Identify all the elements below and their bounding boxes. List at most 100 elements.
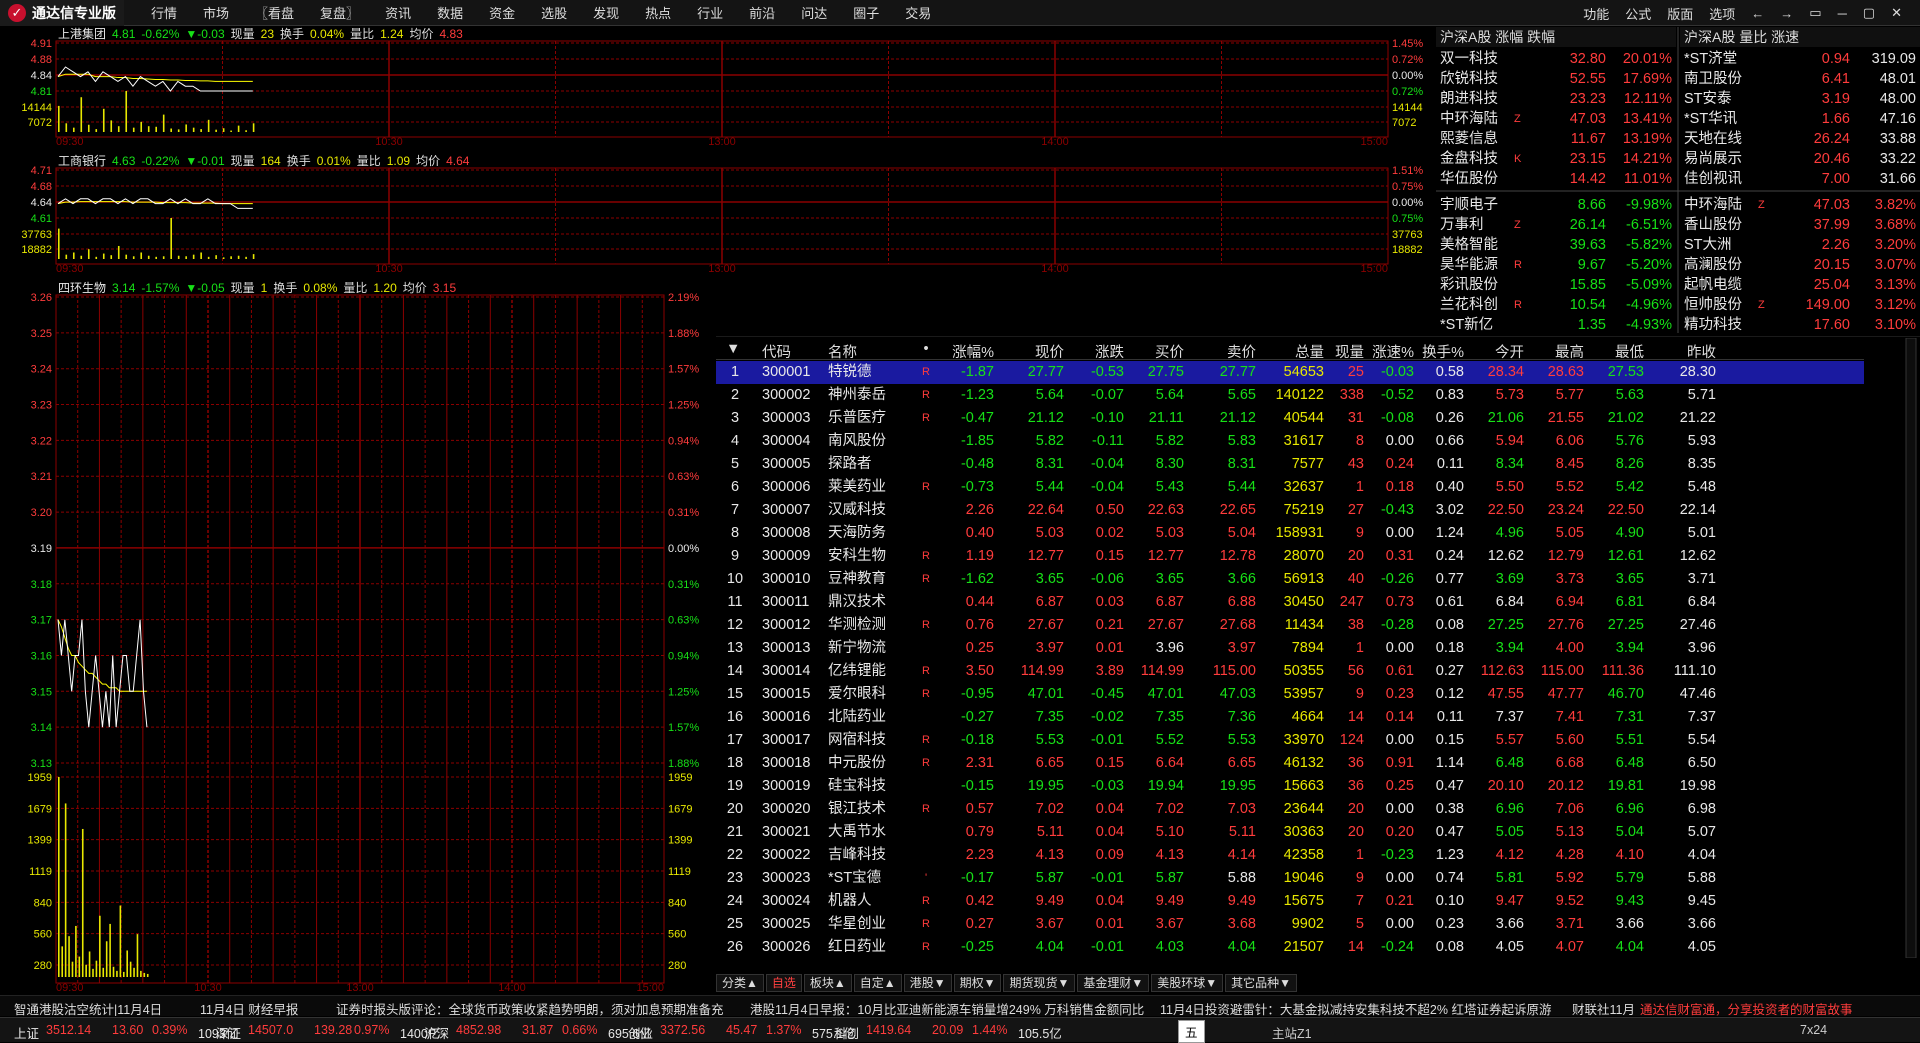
rank-name[interactable]: 欣锐科技 — [1440, 69, 1498, 89]
col-header[interactable]: 涨速% — [1362, 341, 1414, 362]
clock-7x24[interactable]: 7x24 — [1800, 1023, 1827, 1037]
tab-9[interactable]: 其它品种▼ — [1225, 974, 1298, 992]
status-label[interactable]: 上证 — [14, 1023, 39, 1042]
tab-0[interactable]: 分类▲ — [716, 974, 764, 992]
rank-name[interactable]: 恒帅股份 — [1684, 295, 1742, 315]
forward-icon[interactable]: → — [1780, 6, 1793, 21]
tab-2[interactable]: 板块▲ — [803, 974, 852, 992]
news-item[interactable]: 通达信财富通，分享投资者的财富故事 — [1640, 999, 1853, 1016]
rank-name[interactable]: 佳创视讯 — [1684, 169, 1742, 189]
col-header[interactable]: 卖价 — [1186, 341, 1256, 362]
table-row[interactable]: 12 300012 华测检测 R 0.76 27.67 0.21 27.67 27.68 1143… — [716, 614, 1864, 637]
menu-8[interactable]: 发现 — [593, 3, 619, 22]
table-row[interactable]: 2 300002 神州泰岳 R -1.23 5.64 -0.07 5.64 5.65 140122… — [716, 384, 1864, 407]
status-label[interactable]: 科创 — [834, 1023, 859, 1042]
table-row[interactable]: 8 300008 天海防务 0.40 5.03 0.02 5.03 5.04 158931 9 0.… — [716, 522, 1864, 545]
rank-vol-header[interactable]: 沪深A股 量比 涨速 — [1680, 27, 1920, 47]
ime-mode[interactable]: 五 — [1178, 1020, 1205, 1043]
menu-1[interactable]: 市场 — [203, 3, 229, 22]
rank-name[interactable]: 双一科技 — [1440, 49, 1498, 69]
tab-3[interactable]: 自定▲ — [853, 974, 902, 992]
right-menu-2[interactable]: 版面 — [1667, 4, 1693, 23]
menu-4[interactable]: 资讯 — [385, 3, 411, 22]
rank-name[interactable]: *ST新亿 — [1440, 315, 1493, 335]
table-row[interactable]: 14 300014 亿纬锂能 R 3.50 114.99 3.89 114.99 115.00 5… — [716, 660, 1864, 683]
table-row[interactable]: 5 300005 探路者 -0.48 8.31 -0.04 8.30 8.31 7577 43 0.… — [716, 453, 1864, 476]
menu-0[interactable]: 行情 — [151, 3, 177, 22]
right-menu-0[interactable]: 功能 — [1583, 4, 1609, 23]
table-row[interactable]: 24 300024 机器人 R 0.42 9.49 0.04 9.49 9.49 15675 7 0.… — [716, 890, 1864, 913]
table-row[interactable]: 4 300004 南风股份 -1.85 5.82 -0.11 5.82 5.83 31617 8 0… — [716, 430, 1864, 453]
table-row[interactable]: 13 300013 新宁物流 0.25 3.97 0.01 3.96 3.97 7894 1 0.0… — [716, 637, 1864, 660]
sort-arrow-icon[interactable]: ▼ — [726, 341, 740, 357]
col-header[interactable]: 今开 — [1462, 341, 1524, 362]
menu-2[interactable]: 〖看盘 — [255, 3, 294, 22]
news-item[interactable]: 智通港股沽空统计|11月4日 — [14, 999, 162, 1016]
rank-name[interactable]: ST安泰 — [1684, 89, 1732, 109]
news-item[interactable]: 证券时报头版评论：全球货币政策收紧趋势明朗，须对加息预期准备充 — [336, 999, 724, 1016]
menu-9[interactable]: 热点 — [645, 3, 671, 22]
back-icon[interactable]: ← — [1751, 6, 1764, 21]
rank-name[interactable]: 起帆电缆 — [1684, 275, 1742, 295]
table-row[interactable]: 18 300018 中元股份 R 2.31 6.65 0.15 6.64 6.65 46132 36… — [716, 752, 1864, 775]
col-header[interactable]: 现价 — [996, 341, 1064, 362]
menu-11[interactable]: 前沿 — [749, 3, 775, 22]
table-row[interactable]: 3 300003 乐普医疗 R -0.47 21.12 -0.10 21.11 21.12 405… — [716, 407, 1864, 430]
col-header[interactable]: 买价 — [1126, 341, 1184, 362]
rank-up-header[interactable]: 沪深A股 涨幅 跌幅 — [1436, 27, 1676, 47]
news-item[interactable]: 港股11月4日早报：10月比亚迪新能源车销量增249% 万科销售金额同比 — [750, 999, 1144, 1016]
table-row[interactable]: 16 300016 北陆药业 -0.27 7.35 -0.02 7.35 7.36 4664 14… — [716, 706, 1864, 729]
rank-name[interactable]: 高澜股份 — [1684, 255, 1742, 275]
news-item[interactable]: 11月4日 财经早报 — [200, 999, 298, 1016]
col-header[interactable]: 现量 — [1320, 341, 1364, 362]
news-item[interactable]: 11月4日投资避雷针：大基金拟减持安集科技不超2% 红塔证券起诉原游 — [1160, 999, 1551, 1016]
menu-12[interactable]: 问达 — [801, 3, 827, 22]
table-row[interactable]: 7 300007 汉威科技 2.26 22.64 0.50 22.63 22.65 75219 2… — [716, 499, 1864, 522]
close-icon[interactable]: ✕ — [1891, 5, 1902, 21]
table-row[interactable]: 10 300010 豆神教育 R -1.62 3.65 -0.06 3.65 3.66 56913… — [716, 568, 1864, 591]
tab-6[interactable]: 期货现货▼ — [1003, 974, 1076, 992]
right-menu-3[interactable]: 选项 — [1709, 4, 1735, 23]
menu-14[interactable]: 交易 — [905, 3, 931, 22]
tab-5[interactable]: 期权▼ — [953, 974, 1002, 992]
rank-name[interactable]: 易尚展示 — [1684, 149, 1742, 169]
col-header[interactable]: 昨收 — [1640, 341, 1716, 362]
menu-6[interactable]: 资金 — [489, 3, 515, 22]
status-label[interactable]: 深证 — [216, 1023, 241, 1042]
table-row[interactable]: 6 300006 莱美药业 R -0.73 5.44 -0.04 5.43 5.44 32637 1… — [716, 476, 1864, 499]
table-row[interactable]: 23 300023 *ST宝德 ' -0.17 5.87 -0.01 5.87 5.88 1904… — [716, 867, 1864, 890]
rank-name[interactable]: 香山股份 — [1684, 215, 1742, 235]
menu-5[interactable]: 数据 — [437, 3, 463, 22]
table-row[interactable]: 21 300021 大禹节水 0.79 5.11 0.04 5.10 5.11 30363 20 0… — [716, 821, 1864, 844]
restore-icon[interactable]: ▭ — [1809, 5, 1821, 21]
rank-name[interactable]: 南卫股份 — [1684, 69, 1742, 89]
table-row[interactable]: 19 300019 硅宝科技 -0.15 19.95 -0.03 19.94 19.95 156… — [716, 775, 1864, 798]
rank-name[interactable]: 熙菱信息 — [1440, 129, 1498, 149]
rank-name[interactable]: 华伍股份 — [1440, 169, 1498, 189]
table-row[interactable]: 25 300025 华星创业 R 0.27 3.67 0.01 3.67 3.68 9902 5 0.… — [716, 913, 1864, 936]
table-row[interactable]: 26 300026 红日药业 R -0.25 4.04 -0.01 4.03 4.04 21507… — [716, 936, 1864, 959]
menu-3[interactable]: 复盘〗 — [320, 3, 359, 22]
status-label[interactable]: 创业 — [628, 1023, 653, 1042]
table-row[interactable]: 9 300009 安科生物 R 1.19 12.77 0.15 12.77 12.78 28070… — [716, 545, 1864, 568]
col-header[interactable]: 名称 — [828, 341, 884, 362]
rank-name[interactable]: 兰花科创 — [1440, 295, 1498, 315]
col-header[interactable]: 涨跌 — [1066, 341, 1124, 362]
status-label[interactable]: 沪深 — [424, 1023, 449, 1042]
maximize-icon[interactable]: ▢ — [1863, 5, 1875, 21]
rank-name[interactable]: 朗进科技 — [1440, 89, 1498, 109]
right-menu-1[interactable]: 公式 — [1625, 4, 1651, 23]
table-row[interactable]: 1 300001 特锐德 R -1.87 27.77 -0.53 27.75 27.77 5465… — [716, 361, 1864, 384]
table-row[interactable]: 15 300015 爱尔眼科 R -0.95 47.01 -0.45 47.01 47.03 53… — [716, 683, 1864, 706]
rank-name[interactable]: 金盘科技 — [1440, 149, 1498, 169]
col-header[interactable]: 代码 — [762, 341, 820, 362]
menu-7[interactable]: 选股 — [541, 3, 567, 22]
col-header[interactable]: 最高 — [1522, 341, 1584, 362]
rank-name[interactable]: 中环海陆 — [1684, 195, 1742, 215]
rank-name[interactable]: ST大洲 — [1684, 235, 1732, 255]
tab-7[interactable]: 基金理财▼ — [1077, 974, 1150, 992]
rank-name[interactable]: 宇顺电子 — [1440, 195, 1498, 215]
rank-name[interactable]: 天地在线 — [1684, 129, 1742, 149]
news-item[interactable]: 财联社11月 — [1572, 999, 1635, 1016]
menu-10[interactable]: 行业 — [697, 3, 723, 22]
